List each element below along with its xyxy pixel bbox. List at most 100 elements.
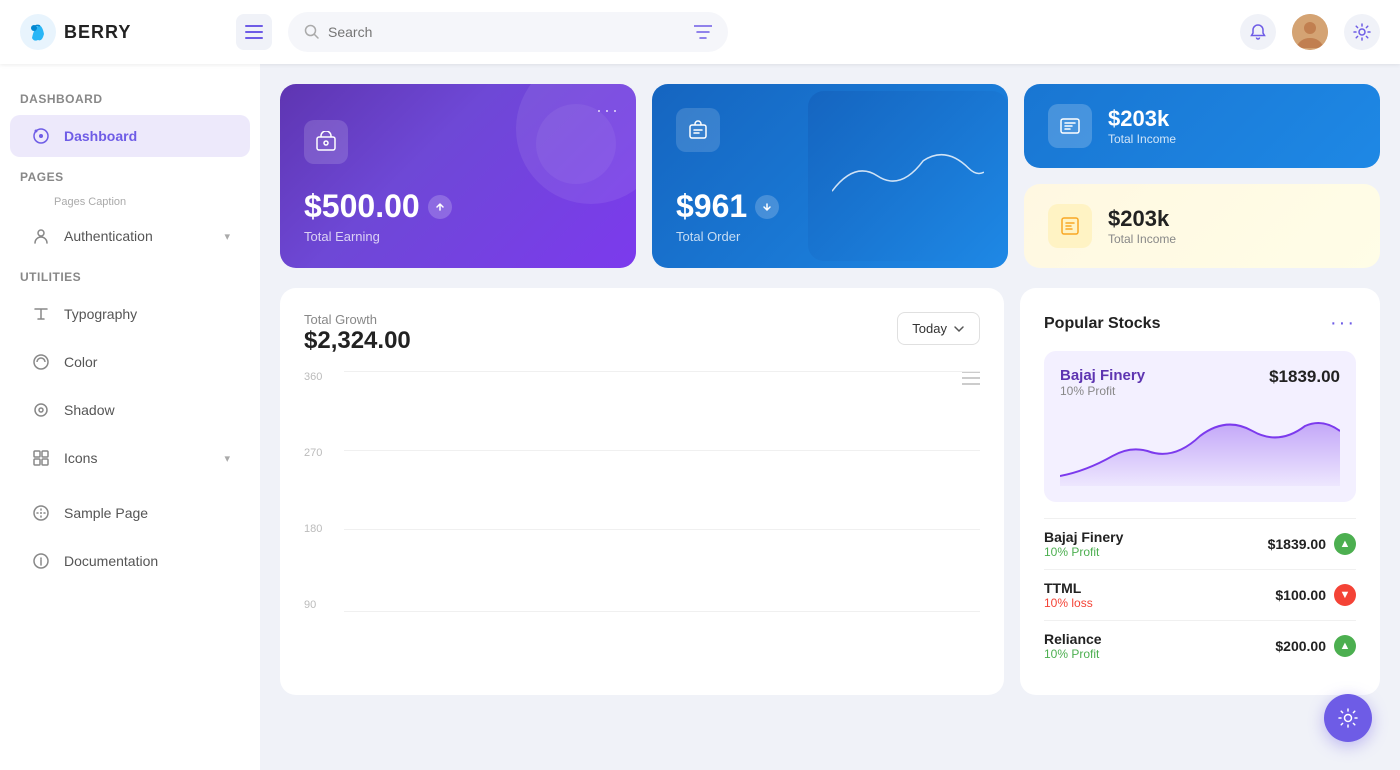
stock-reliance-right: $200.00 ▲ [1275,635,1356,657]
top-cards-row: ··· $500.00 Total Earning [280,84,1380,268]
pages-section-title: Pages [0,162,260,188]
sample-page-label: Sample Page [64,505,148,521]
total-income-card-2: $203k Total Income [1024,184,1380,268]
stocks-more-button[interactable]: ··· [1330,312,1356,335]
avatar[interactable] [1292,14,1328,50]
stocks-list: Bajaj Finery 10% Profit $1839.00 ▲ TTML … [1044,518,1356,671]
earning-card-more[interactable]: ··· [596,100,620,121]
earning-amount: $500.00 [304,188,612,225]
app-name: BERRY [64,22,131,43]
y-label-180: 180 [304,523,322,535]
order-wave-chart [808,91,1008,261]
income1-icon [1048,104,1092,148]
featured-stock-chart [1060,406,1340,486]
sidebar-item-icons[interactable]: Icons ▾ [10,437,250,479]
icons-chevron: ▾ [224,452,230,465]
bottom-row: Total Growth $2,324.00 Today [280,288,1380,695]
stock-reliance-name: Reliance [1044,631,1102,647]
sidebar-item-authentication[interactable]: Authentication ▾ [10,215,250,257]
stock-reliance-sub: 10% Profit [1044,647,1102,661]
stock-ttml-price: $100.00 [1275,587,1326,603]
stocks-title: Popular Stocks [1044,315,1160,333]
earning-card-icon [304,120,348,164]
topbar-right [1240,14,1380,50]
earning-card: ··· $500.00 Total Earning [280,84,636,268]
y-label-270: 270 [304,447,322,459]
chevron-down-icon [953,323,965,335]
shadow-label: Shadow [64,402,115,418]
typography-icon [30,303,52,325]
sidebar-item-shadow[interactable]: Shadow [10,389,250,431]
gear-icon [1353,23,1371,41]
stock-ttml-name: TTML [1044,580,1093,596]
order-trend-icon [755,195,779,219]
stock-bajaj-price: $1839.00 [1268,536,1326,552]
sidebar-item-dashboard[interactable]: Dashboard [10,115,250,157]
notifications-button[interactable] [1240,14,1276,50]
stock-bajaj-right: $1839.00 ▲ [1268,533,1356,555]
growth-amount: $2,324.00 [304,327,411,355]
income-cards-column: $203k Total Income $203k Total Income [1024,84,1380,268]
featured-stock-name: Bajaj Finery [1060,367,1145,384]
auth-chevron: ▾ [224,230,230,243]
bar-chart-area: 360 270 180 90 [304,371,980,651]
featured-stock-sub: 10% Profit [1060,384,1145,398]
logo-icon [20,14,56,50]
dashboard-label: Dashboard [64,128,137,144]
sidebar-item-color[interactable]: Color [10,341,250,383]
topbar: BERRY [0,0,1400,64]
color-icon [30,351,52,373]
search-input[interactable] [328,24,686,40]
featured-stock-info: Bajaj Finery 10% Profit [1060,367,1145,398]
total-income-card-1: $203k Total Income [1024,84,1380,168]
stock-bajaj-sub: 10% Profit [1044,545,1123,559]
sidebar-item-documentation[interactable]: Documentation [10,540,250,582]
documentation-icon [30,550,52,572]
dashboard-icon [30,125,52,147]
sidebar-item-sample-page[interactable]: Sample Page [10,492,250,534]
stock-reliance-price: $200.00 [1275,638,1326,654]
today-button[interactable]: Today [897,312,980,345]
income2-info: $203k Total Income [1108,206,1176,246]
income2-icon [1048,204,1092,248]
y-label-90: 90 [304,599,322,611]
stock-row-ttml: TTML 10% loss $100.00 ▼ [1044,569,1356,620]
settings-button[interactable] [1344,14,1380,50]
typography-label: Typography [64,306,137,322]
earning-label: Total Earning [304,229,612,244]
income1-info: $203k Total Income [1108,106,1176,146]
pages-caption: Pages Caption [0,192,260,210]
stock-row-reliance: Reliance 10% Profit $200.00 ▲ [1044,620,1356,671]
featured-stock: Bajaj Finery 10% Profit $1839.00 [1044,351,1356,502]
shadow-icon [30,399,52,421]
stock-ttml-trend: ▼ [1334,584,1356,606]
menu-button[interactable] [236,14,272,50]
search-filter-button[interactable] [694,25,712,39]
dashboard-section-title: Dashboard [0,84,260,110]
stock-bajaj-info: Bajaj Finery 10% Profit [1044,529,1123,559]
featured-stock-price: $1839.00 [1269,367,1340,387]
stock-reliance-trend: ▲ [1334,635,1356,657]
stock-bajaj-name: Bajaj Finery [1044,529,1123,545]
order-card: Month Year $961 [652,84,1008,268]
stock-bajaj-trend: ▲ [1334,533,1356,555]
sidebar: Dashboard Dashboard Pages Pages Caption … [0,64,260,770]
main-content: ··· $500.00 Total Earning [260,64,1400,770]
sidebar-item-typography[interactable]: Typography [10,293,250,335]
fab-button[interactable] [1324,694,1372,742]
logo-area: BERRY [20,14,220,50]
bars-container [344,371,980,611]
sample-page-icon [30,502,52,524]
stock-ttml-info: TTML 10% loss [1044,580,1093,610]
income1-amount: $203k [1108,106,1176,132]
growth-info: Total Growth $2,324.00 [304,312,411,355]
color-label: Color [64,354,97,370]
y-label-360: 360 [304,371,322,383]
income1-label: Total Income [1108,132,1176,146]
utilities-section-title: Utilities [0,262,260,288]
auth-icon [30,225,52,247]
stock-row-bajaj: Bajaj Finery 10% Profit $1839.00 ▲ [1044,518,1356,569]
stock-ttml-sub: 10% loss [1044,596,1093,610]
documentation-label: Documentation [64,553,158,569]
search-bar[interactable] [288,12,728,52]
